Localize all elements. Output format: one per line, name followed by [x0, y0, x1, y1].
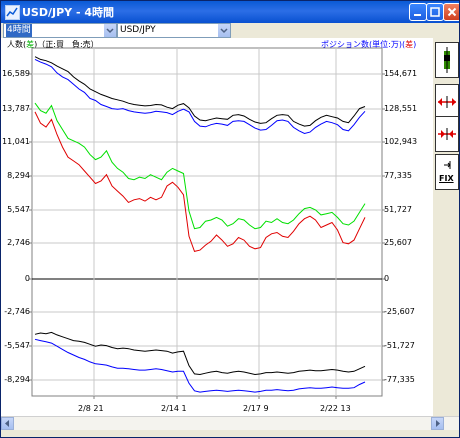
close-icon — [447, 7, 457, 17]
chevron-down-icon[interactable] — [104, 24, 116, 37]
y-left-tick-label: 5,547 — [7, 205, 30, 214]
x-tick-label: 2/14 1 — [161, 404, 187, 413]
y-left-tick-label: -5,547 — [4, 341, 30, 350]
y-left-tick-label: 2,746 — [7, 238, 30, 247]
y-right-tick-label: -51,727 — [384, 341, 415, 350]
y-right-tick-label: -77,335 — [384, 375, 415, 384]
chart-app-icon — [5, 5, 20, 20]
y-left-tick-label: 11,041 — [2, 137, 30, 146]
toolbar: 4時間 USD/JPY — [1, 23, 459, 38]
minimize-button[interactable] — [409, 3, 427, 21]
plot-frame — [31, 47, 383, 397]
y-right-tick-label: -25,607 — [384, 307, 415, 316]
app-window: USD/JPY - 4時間 4時間 USD/JPY 人数(差)（正:買 負:売）… — [0, 0, 460, 438]
series-line-pos_short — [34, 58, 366, 135]
candle-chart-icon — [444, 47, 450, 73]
y-left-tick-label: 16,589 — [2, 69, 30, 78]
scroll-right-button[interactable] — [431, 417, 444, 430]
chevron-down-icon[interactable] — [218, 24, 230, 37]
arrow-left-icon — [5, 420, 9, 427]
candle-chart-button[interactable] — [435, 42, 459, 78]
series-line-neg_black — [34, 331, 366, 376]
period-select-value: 4時間 — [6, 24, 32, 37]
chart-area[interactable]: 人数(差)（正:買 負:売） ポジション数(単位:万)(差) 16,589 154… — [1, 38, 433, 416]
x-tick-label: 2/17 9 — [243, 404, 269, 413]
y-right-tick-label: 51,727 — [384, 205, 412, 214]
y-left-tick-label: 0 — [24, 274, 30, 283]
y-right-tick-label: 128,551 — [384, 104, 418, 113]
series-line-neg_blue — [34, 338, 366, 393]
y-right-tick-label: 0 — [384, 274, 390, 283]
y-left-tick-label: 8,294 — [7, 171, 30, 180]
symbol-select[interactable]: USD/JPY — [117, 23, 231, 38]
chart-plot — [29, 47, 385, 399]
close-button[interactable] — [443, 3, 459, 21]
maximize-icon — [430, 7, 440, 17]
series-line-pos_long — [34, 56, 366, 127]
y-left-tick-label: -8,294 — [4, 375, 30, 384]
y-right-tick-label: 154,671 — [384, 69, 418, 78]
symbol-select-value: USD/JPY — [120, 25, 156, 35]
x-tick-label: 2/22 13 — [320, 404, 351, 413]
y-right-tick-label: 25,607 — [384, 238, 412, 247]
y-right-tick-label: 77,335 — [384, 171, 412, 180]
side-panel: FIX — [433, 38, 459, 416]
scroll-left-button[interactable] — [1, 417, 14, 430]
horizontal-scrollbar[interactable] — [1, 416, 459, 431]
fix-button[interactable]: FIX — [435, 154, 459, 190]
compress-horizontal-button[interactable] — [435, 116, 459, 152]
expand-horizontal-icon — [438, 96, 456, 108]
status-bar — [1, 430, 459, 437]
fix-button-label: FIX — [439, 174, 454, 183]
y-right-tick-label: 102,943 — [384, 137, 418, 146]
minimize-icon — [414, 14, 421, 16]
period-select[interactable]: 4時間 — [3, 23, 117, 38]
compress-horizontal-icon — [438, 128, 456, 140]
y-left-tick-label: -2,746 — [4, 307, 30, 316]
arrow-right-icon — [436, 420, 440, 427]
series-line-count_short — [34, 111, 366, 252]
window-title: USD/JPY - 4時間 — [22, 6, 115, 19]
expand-horizontal-button[interactable] — [435, 84, 459, 120]
x-tick-label: 2/8 21 — [78, 404, 104, 413]
title-bar[interactable]: USD/JPY - 4時間 — [1, 1, 459, 23]
y-left-tick-label: 13,787 — [2, 104, 30, 113]
maximize-button[interactable] — [426, 3, 444, 21]
fix-icon — [444, 161, 451, 169]
